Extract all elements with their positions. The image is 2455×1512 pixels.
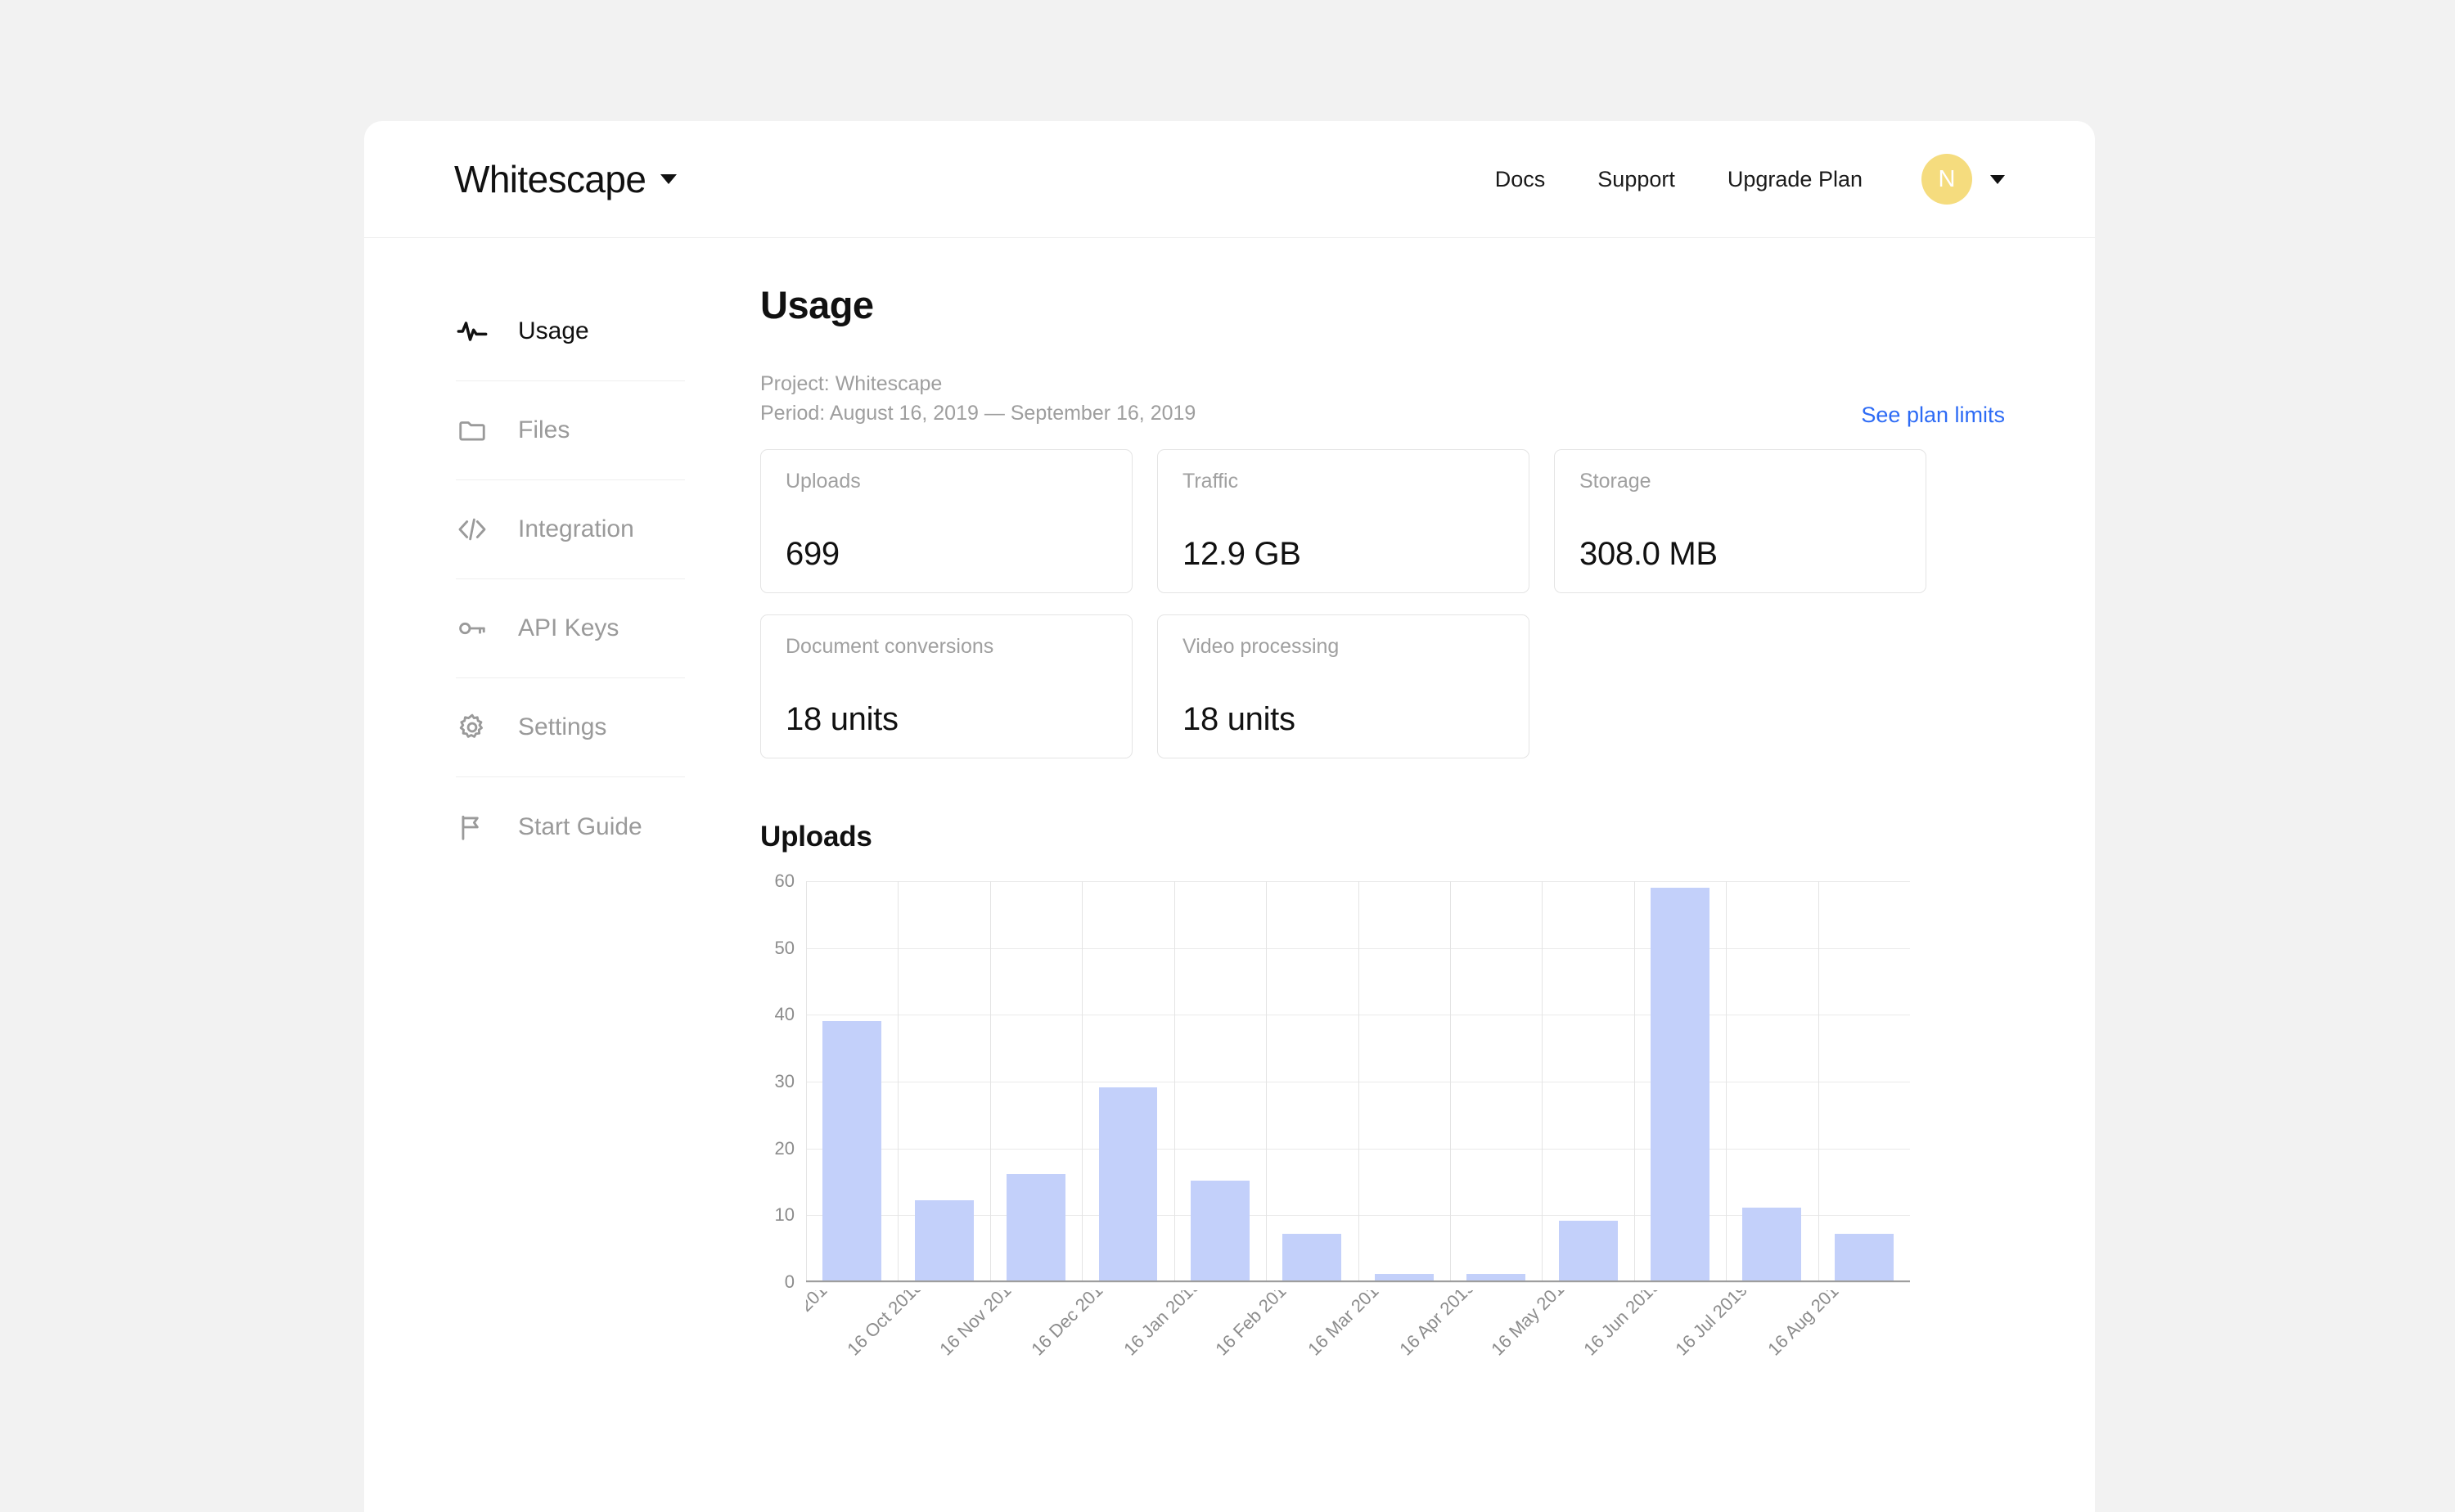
stat-card-document-conversions: Document conversions 18 units [760,614,1133,758]
chart-y-tick-label: 50 [774,937,795,958]
chart-bar-slot[interactable] [1082,881,1173,1282]
stat-card-label: Storage [1579,470,1651,493]
sidebar-item-label: Usage [518,317,589,344]
project-line: Project: Whitescape [760,372,943,395]
flag-icon [456,811,489,844]
stat-cards-row-secondary: Document conversions 18 units Video proc… [760,614,2005,758]
sidebar-item-label: Settings [518,713,607,740]
stat-card-value: 699 [786,536,840,572]
chart-bar-slot[interactable] [1542,881,1633,1282]
chart-bar[interactable] [1558,1220,1618,1280]
period-line: Period: August 16, 2019 — September 16, … [760,401,1196,425]
chart-y-axis: 0 10 20 30 40 50 60 [760,871,795,1292]
sidebar-item-label: Files [518,416,570,443]
stat-card-value: 18 units [786,701,899,737]
page-title: Usage [760,283,874,326]
chart-bar-slot[interactable] [1449,881,1542,1282]
sidebar-item-integration[interactable]: Integration [456,480,685,579]
chart-y-tick-label: 10 [774,1204,795,1226]
chart-bar-slot[interactable] [1173,881,1266,1282]
nav-link-upgrade-plan[interactable]: Upgrade Plan [1701,167,1889,192]
stat-card-label: Video processing [1182,635,1340,658]
chart-plot-area [806,881,1910,1283]
avatar: N [1921,154,1972,205]
chart-bar[interactable] [1834,1234,1894,1280]
chart-bar[interactable] [1282,1234,1342,1280]
chart-bar[interactable] [1007,1173,1066,1280]
uploads-chart-section: Uploads 0102030405060 16 Sep 201816 Oct … [760,821,2005,1359]
sidebar-item-api-keys[interactable]: API Keys [456,579,685,678]
chart-bar-slot[interactable] [1633,881,1726,1282]
usage-meta-row: Project: Whitescape Period: August 16, 2… [760,370,2005,428]
folder-icon [456,414,489,447]
stat-card-traffic: Traffic 12.9 GB [1157,449,1529,593]
stat-card-value: 18 units [1182,701,1295,737]
chart-y-tick-label: 40 [774,1004,795,1025]
chart-y-tick-label: 20 [774,1137,795,1159]
chart-y-tick-label: 0 [784,1271,795,1292]
chevron-down-icon [660,174,678,184]
chart-bar[interactable] [1651,888,1709,1280]
stat-card-storage: Storage 308.0 MB [1554,449,1926,593]
stat-card-label: Uploads [786,470,861,493]
stat-cards-row-primary: Uploads 699 Traffic 12.9 GB Storage 308.… [760,449,2005,593]
chart-bar[interactable] [914,1200,974,1280]
chart-y-tick-label: 60 [774,871,795,891]
nav-link-docs[interactable]: Docs [1469,167,1572,192]
stat-card-video-processing: Video processing 18 units [1157,614,1529,758]
sidebar-item-files[interactable]: Files [456,381,685,480]
chart-bar-slot[interactable] [1818,881,1910,1282]
key-icon [456,612,489,645]
sidebar-item-start-guide[interactable]: Start Guide [456,777,685,876]
stat-card-label: Traffic [1182,470,1239,493]
header-nav: Docs Support Upgrade Plan N [1469,154,2005,205]
sidebar-item-label: Start Guide [518,812,642,840]
app-body: Usage Files Integration API Keys Setting… [364,238,2095,1359]
chart-bar-slot[interactable] [806,881,898,1282]
uploads-bar-chart: 0102030405060 16 Sep 201816 Oct 201816 N… [760,871,1910,1359]
sidebar-item-settings[interactable]: Settings [456,678,685,777]
chart-bar[interactable] [1742,1207,1802,1280]
sidebar-item-label: API Keys [518,614,619,641]
app-header: Whitescape Docs Support Upgrade Plan N [364,121,2095,238]
chart-bar-slot[interactable] [1358,881,1450,1282]
chart-x-axis: 16 Sep 201816 Oct 201816 Nov 201816 Dec … [806,1290,1910,1388]
chevron-down-icon [1990,174,2005,184]
chart-title: Uploads [760,821,872,853]
chart-bar[interactable] [1190,1181,1250,1280]
account-menu[interactable]: N [1921,154,2005,205]
code-brackets-icon [456,513,489,546]
chart-bar[interactable] [1374,1273,1434,1280]
chart-y-tick-label: 30 [774,1071,795,1091]
stat-card-value: 308.0 MB [1579,536,1718,572]
chart-x-slot: 16 Aug 2019 [1764,1290,1910,1388]
chart-x-tick-label: 16 Sep 2018 [806,1290,839,1359]
brand-name: Whitescape [454,158,646,200]
chart-baseline [806,1280,1910,1282]
see-plan-limits-link[interactable]: See plan limits [1861,403,2005,428]
chart-bar-slot[interactable] [989,881,1082,1282]
sidebar: Usage Files Integration API Keys Setting… [364,282,685,1323]
sidebar-item-label: Integration [518,515,634,542]
activity-pulse-icon [456,315,489,348]
chart-bars [806,881,1910,1282]
usage-meta: Project: Whitescape Period: August 16, 2… [760,370,1196,428]
chart-bar-slot[interactable] [1726,881,1818,1282]
chart-bar[interactable] [822,1020,882,1280]
sidebar-item-usage[interactable]: Usage [456,282,685,381]
app-window: Whitescape Docs Support Upgrade Plan N U… [364,121,2095,1512]
main-content: Usage Project: Whitescape Period: August… [685,282,2095,1359]
nav-link-support[interactable]: Support [1571,167,1701,192]
chart-bar[interactable] [1098,1087,1158,1280]
chart-bar-slot[interactable] [898,881,989,1282]
chart-gridline [806,1282,1910,1283]
gear-icon [456,711,489,744]
chart-bar[interactable] [1466,1273,1526,1280]
stat-card-value: 12.9 GB [1182,536,1301,572]
stat-card-label: Document conversions [786,635,994,658]
workspace-switcher[interactable]: Whitescape [454,157,678,201]
chart-bar-slot[interactable] [1266,881,1358,1282]
stat-card-uploads: Uploads 699 [760,449,1133,593]
